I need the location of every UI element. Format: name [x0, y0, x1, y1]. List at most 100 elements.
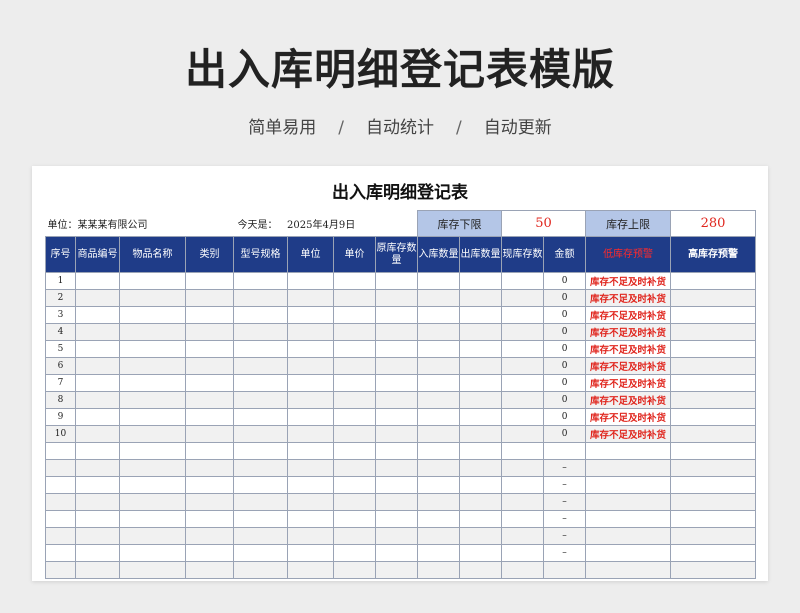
- table-cell[interactable]: [333, 306, 376, 324]
- table-cell[interactable]: [374, 272, 419, 290]
- table-cell[interactable]: [417, 459, 461, 477]
- table-cell[interactable]: [459, 510, 503, 528]
- table-cell[interactable]: [287, 493, 334, 511]
- table-cell[interactable]: [501, 527, 545, 545]
- table-cell[interactable]: [287, 544, 334, 562]
- table-cell[interactable]: [459, 408, 503, 426]
- table-cell[interactable]: [233, 459, 288, 477]
- table-cell[interactable]: 0: [543, 357, 587, 375]
- table-cell[interactable]: [333, 272, 376, 290]
- table-cell[interactable]: [119, 289, 186, 307]
- table-cell[interactable]: [75, 357, 120, 375]
- table-cell[interactable]: [417, 493, 461, 511]
- table-cell[interactable]: [417, 357, 461, 375]
- table-cell[interactable]: [417, 544, 461, 562]
- table-cell[interactable]: [233, 272, 288, 290]
- table-cell[interactable]: [670, 306, 757, 324]
- table-cell[interactable]: –: [543, 527, 587, 545]
- table-cell[interactable]: [185, 476, 234, 494]
- table-cell[interactable]: [501, 510, 545, 528]
- table-cell[interactable]: [670, 544, 757, 562]
- table-cell[interactable]: [501, 561, 545, 579]
- table-cell[interactable]: [75, 425, 120, 443]
- table-cell[interactable]: 库存不足及时补货: [585, 340, 672, 358]
- table-cell[interactable]: [75, 561, 120, 579]
- table-cell[interactable]: [333, 391, 376, 409]
- table-cell[interactable]: 库存不足及时补货: [585, 425, 672, 443]
- table-cell[interactable]: 库存不足及时补货: [585, 323, 672, 341]
- table-cell[interactable]: [501, 408, 545, 426]
- table-cell[interactable]: 库存不足及时补货: [585, 408, 672, 426]
- table-cell[interactable]: [459, 357, 503, 375]
- table-cell[interactable]: [333, 561, 376, 579]
- table-cell[interactable]: [75, 544, 120, 562]
- table-cell[interactable]: [670, 408, 757, 426]
- table-cell[interactable]: 0: [543, 306, 587, 324]
- table-cell[interactable]: [185, 408, 234, 426]
- table-cell[interactable]: [185, 561, 234, 579]
- table-cell[interactable]: [459, 527, 503, 545]
- table-cell[interactable]: [333, 459, 376, 477]
- table-cell[interactable]: [459, 306, 503, 324]
- table-cell[interactable]: [333, 493, 376, 511]
- table-cell[interactable]: 库存不足及时补货: [585, 306, 672, 324]
- table-cell[interactable]: [185, 272, 234, 290]
- table-cell[interactable]: [501, 493, 545, 511]
- table-cell[interactable]: 库存不足及时补货: [585, 374, 672, 392]
- table-cell[interactable]: [75, 306, 120, 324]
- table-cell[interactable]: [185, 357, 234, 375]
- table-cell[interactable]: [501, 442, 545, 460]
- table-cell[interactable]: [501, 374, 545, 392]
- table-cell[interactable]: 1: [45, 272, 76, 290]
- table-cell[interactable]: [670, 391, 757, 409]
- table-cell[interactable]: [45, 476, 76, 494]
- table-cell[interactable]: [585, 493, 672, 511]
- table-cell[interactable]: [670, 493, 757, 511]
- table-cell[interactable]: [119, 476, 186, 494]
- table-cell[interactable]: [233, 357, 288, 375]
- table-cell[interactable]: [501, 459, 545, 477]
- table-cell[interactable]: [119, 425, 186, 443]
- table-cell[interactable]: [233, 306, 288, 324]
- table-cell[interactable]: [670, 476, 757, 494]
- table-cell[interactable]: [75, 442, 120, 460]
- table-cell[interactable]: [543, 561, 587, 579]
- table-cell[interactable]: [459, 391, 503, 409]
- table-cell[interactable]: [585, 442, 672, 460]
- table-cell[interactable]: [417, 306, 461, 324]
- table-cell[interactable]: [119, 527, 186, 545]
- table-cell[interactable]: [501, 272, 545, 290]
- table-cell[interactable]: [417, 561, 461, 579]
- table-cell[interactable]: [119, 323, 186, 341]
- table-cell[interactable]: 库存不足及时补货: [585, 391, 672, 409]
- table-cell[interactable]: [233, 544, 288, 562]
- table-cell[interactable]: 5: [45, 340, 76, 358]
- table-cell[interactable]: [287, 374, 334, 392]
- table-cell[interactable]: [233, 323, 288, 341]
- table-cell[interactable]: [185, 374, 234, 392]
- table-cell[interactable]: [185, 306, 234, 324]
- table-cell[interactable]: [501, 289, 545, 307]
- lower-limit-value[interactable]: 50: [501, 210, 587, 237]
- table-cell[interactable]: [75, 510, 120, 528]
- table-cell[interactable]: [333, 510, 376, 528]
- table-cell[interactable]: [233, 527, 288, 545]
- table-cell[interactable]: [75, 459, 120, 477]
- table-cell[interactable]: [333, 289, 376, 307]
- table-cell[interactable]: [670, 442, 757, 460]
- table-cell[interactable]: [417, 391, 461, 409]
- table-cell[interactable]: 6: [45, 357, 76, 375]
- table-cell[interactable]: [119, 510, 186, 528]
- table-cell[interactable]: [333, 442, 376, 460]
- table-cell[interactable]: 0: [543, 323, 587, 341]
- table-cell[interactable]: [670, 323, 757, 341]
- table-cell[interactable]: [333, 527, 376, 545]
- table-cell[interactable]: [501, 391, 545, 409]
- upper-limit-value[interactable]: 280: [670, 210, 757, 237]
- table-cell[interactable]: [185, 391, 234, 409]
- table-cell[interactable]: [287, 289, 334, 307]
- table-cell[interactable]: [374, 527, 419, 545]
- table-cell[interactable]: [75, 408, 120, 426]
- table-cell[interactable]: [45, 544, 76, 562]
- table-cell[interactable]: [185, 425, 234, 443]
